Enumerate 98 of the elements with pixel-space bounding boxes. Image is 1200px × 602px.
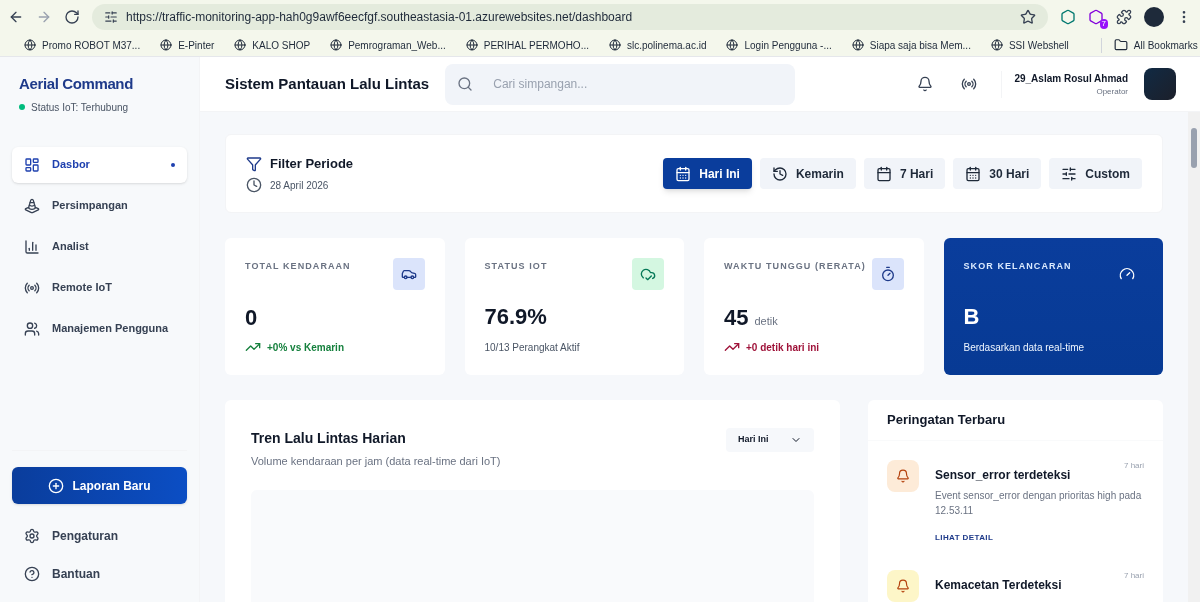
stat-label: STATUS IOT [484, 260, 548, 273]
period-tab[interactable]: 30 Hari [953, 158, 1042, 189]
folder-icon [1113, 38, 1128, 52]
bookmark-link[interactable]: Promo ROBOT M37... [24, 37, 141, 53]
user-name: 29_Aslam Rosul Ahmad [1014, 71, 1128, 86]
filter-date: 28 April 2026 [270, 178, 329, 193]
alert-description: Event sensor_error dengan prioritas high pada 12.53.11 [935, 489, 1143, 518]
stat-label: TOTAL KENDARAAN [245, 260, 351, 273]
alert-time: 7 hari [1124, 460, 1144, 472]
extension-badge: 7 [1099, 19, 1108, 29]
brand-name: Aerial Command [19, 74, 134, 94]
globe-icon [851, 39, 864, 51]
back-icon[interactable] [8, 9, 24, 25]
url-text: https://traffic-monitoring-app-hah0g9awf6eecfgf.southeastasia-01.azurewebsites.net/dashboard [126, 9, 634, 26]
profile-avatar[interactable] [1144, 7, 1164, 27]
globe-icon [609, 39, 621, 51]
stat-value: 76.9% [484, 306, 547, 328]
all-bookmarks-link[interactable]: All Bookmarks [1100, 37, 1198, 53]
globe-icon [330, 39, 343, 51]
stat-value: B [963, 306, 980, 328]
stat-value: 45 [724, 306, 749, 329]
filter-icon [246, 155, 262, 172]
bell-icon [896, 579, 910, 593]
status-text: Status IoT: Terhubung [31, 100, 129, 115]
history-icon [771, 165, 788, 182]
filter-title: Filter Periode [270, 154, 354, 173]
page-title: Sistem Pantauan Lalu Lintas [225, 73, 430, 94]
bookmark-link[interactable]: Siapa saja bisa Mem... [851, 37, 971, 53]
clock-icon [246, 177, 262, 194]
bookmark-link[interactable]: Pemrograman_Web... [330, 37, 446, 53]
new-report-button[interactable]: Laporan Baru [12, 467, 187, 504]
address-bar[interactable]: https://traffic-monitoring-app-hah0g9awf6eecfgf.southeastasia-01.azurewebsites.net/dashboard [92, 4, 1048, 30]
nav-item[interactable]: Analist [12, 228, 187, 265]
bookmark-link[interactable]: SSI Webshell [990, 37, 1069, 53]
help-icon [24, 566, 40, 582]
alerts-title: Peringatan Terbaru [887, 411, 1006, 430]
car-icon [392, 258, 425, 290]
stat-label: WAKTU TUNGGU (RERATA) [724, 260, 866, 273]
bookmark-link[interactable]: Login Pengguna -... [726, 37, 832, 53]
stat-change: +0 detik hari ini [746, 340, 820, 355]
alert-title: Sensor_error terdeteksi [935, 467, 1071, 484]
globe-icon [160, 39, 173, 51]
globe-icon [726, 39, 739, 51]
range-dropdown[interactable]: Hari Ini [726, 428, 814, 452]
period-tab[interactable]: Kemarin [759, 158, 856, 189]
globe-icon [990, 39, 1003, 51]
site-info-icon[interactable] [104, 10, 118, 24]
extension-icon[interactable] [1088, 9, 1104, 25]
nav-item[interactable]: Dasbor [12, 146, 187, 183]
extensions-icon[interactable] [1116, 9, 1132, 25]
bookmark-link[interactable]: KALO SHOP [234, 37, 311, 53]
user-avatar[interactable] [1144, 68, 1176, 100]
chart-subtitle: Volume kendaraan per jam (data real-time dari IoT) [251, 454, 501, 469]
calendar-icon [875, 165, 892, 182]
footer-nav-item[interactable]: Bantuan [12, 562, 187, 586]
cloud-check-icon [632, 258, 664, 290]
period-tab[interactable]: Custom [1049, 158, 1142, 189]
stat-note: Berdasarkan data real-time [963, 341, 1086, 355]
users-icon [24, 320, 40, 337]
plus-icon [48, 477, 65, 494]
footer-nav-item[interactable]: Pengaturan [12, 524, 187, 548]
calendar-icon [965, 165, 982, 182]
stat-unit: detik [754, 313, 778, 329]
search-icon [457, 75, 474, 92]
stat-change: +0% vs Kemarin [267, 340, 344, 355]
sliders-icon [1061, 165, 1078, 182]
stat-label: SKOR KELANCARAN [963, 260, 1072, 273]
bookmark-link[interactable]: E-Pinter [160, 37, 215, 53]
globe-icon [24, 39, 36, 51]
dashboard-icon [24, 156, 40, 173]
nav-item[interactable]: Persimpangan [12, 187, 187, 224]
extension-icon[interactable] [1060, 9, 1076, 25]
stat-note: 10/13 Perangkat Aktif [484, 341, 581, 355]
stat-value: 0 [245, 307, 258, 329]
period-tab[interactable]: Hari Ini [663, 158, 752, 189]
chart-icon [24, 238, 40, 255]
nav-item[interactable]: Manajemen Pengguna [12, 310, 187, 347]
bookmark-link[interactable]: slc.polinema.ac.id [609, 37, 707, 53]
calendar-icon [675, 165, 692, 182]
reload-icon[interactable] [64, 9, 80, 25]
notification-icon[interactable] [917, 76, 934, 92]
view-detail-link[interactable]: LIHAT DETAIL [935, 532, 1144, 544]
chart-title: Tren Lalu Lintas Harian [251, 429, 407, 448]
alert-title: Kemacetan Terdeteksi [935, 577, 1062, 594]
nav-item[interactable]: Remote IoT [12, 269, 187, 306]
alert-time: 7 hari [1124, 570, 1144, 582]
globe-icon [465, 39, 478, 51]
globe-icon [234, 39, 247, 51]
settings-icon [24, 528, 40, 544]
user-role: Operator [1096, 85, 1128, 98]
bookmark-star-icon[interactable] [1020, 9, 1036, 25]
bookmark-link[interactable]: PERIHAL PERMOHO... [465, 37, 589, 53]
scrollbar[interactable] [1188, 112, 1200, 602]
period-tab[interactable]: 7 Hari [863, 158, 946, 189]
broadcast-icon[interactable] [961, 76, 978, 92]
stopwatch-icon [871, 258, 904, 290]
search-field[interactable]: Cari simpangan... [445, 63, 796, 105]
bell-icon [896, 469, 910, 483]
